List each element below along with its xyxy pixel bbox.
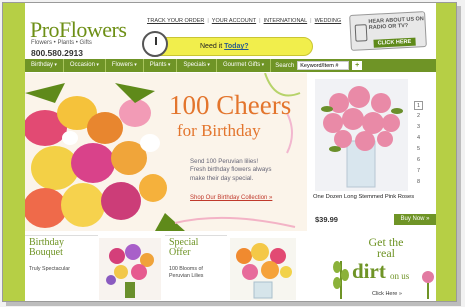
- hero-copy-line: Fresh birthday flowers always: [190, 166, 272, 174]
- nav-occasion[interactable]: Occasion: [64, 59, 106, 72]
- top-links: TRACK YOUR ORDER | YOUR ACCOUNT | INTERNAT…: [147, 18, 342, 24]
- hero-headline: 100 Cheers: [169, 90, 292, 120]
- plant-icon: [333, 261, 349, 299]
- card-title-line: Offer: [169, 247, 191, 258]
- dirt-on-us: on us: [390, 271, 410, 281]
- radio-tv-text: HEAR ABOUT US ON RADIO OR TV?: [368, 16, 425, 32]
- site-content: ProFlowers Flowers • Plants • Gifts 800.…: [25, 3, 436, 301]
- dirt-click-here[interactable]: Click Here »: [372, 291, 402, 297]
- link-your-account[interactable]: YOUR ACCOUNT: [212, 18, 256, 24]
- search-input[interactable]: [297, 61, 350, 70]
- featured-product: 1 2 3 4 5 6 7 8 One Dozen Long Stemmed P…: [309, 73, 436, 231]
- card-title: Birthday Bouquet: [29, 238, 64, 258]
- pager-5[interactable]: 5: [414, 145, 423, 154]
- carousel-pager: 1 2 3 4 5 6 7 8: [414, 101, 423, 187]
- pager-7[interactable]: 7: [414, 167, 423, 176]
- pager-4[interactable]: 4: [414, 134, 423, 143]
- dirt-headline: Get the real: [356, 236, 416, 260]
- birthday-bouquet-card[interactable]: Birthday Bouquet Truly Spectacular: [25, 235, 98, 301]
- lilies-image[interactable]: [230, 238, 296, 300]
- search-go-button[interactable]: +: [352, 61, 363, 70]
- get-real-dirt-promo[interactable]: Get the real dirt on us Click Here »: [330, 235, 436, 301]
- main-nav: Birthday Occasion Flowers Plants Special…: [25, 59, 436, 72]
- dirt-big-word: dirt: [352, 259, 386, 283]
- link-track-order[interactable]: TRACK YOUR ORDER: [147, 18, 204, 24]
- card-title-line: Bouquet: [29, 247, 63, 258]
- nav-plants[interactable]: Plants: [144, 59, 178, 72]
- need-it-today-banner[interactable]: Need it Today?: [142, 31, 313, 57]
- click-here-button[interactable]: CLICK HERE: [373, 37, 416, 48]
- radio-icon: [354, 24, 368, 42]
- flower-icon: [422, 271, 434, 299]
- buy-now-button[interactable]: Buy Now »: [394, 214, 436, 225]
- card-subtitle-line: Peruvian Lilies: [169, 273, 204, 280]
- card-subtitle: Truly Spectacular: [29, 266, 71, 272]
- card-subtitle: 100 Blooms of Peruvian Lilies: [169, 266, 203, 280]
- hero-subheadline: for Birthday: [177, 121, 261, 140]
- hero-copy: Send 100 Peruvian lilies! Fresh birthday…: [190, 158, 272, 183]
- product-price: $39.99: [315, 215, 338, 224]
- nav-flowers[interactable]: Flowers: [106, 59, 144, 72]
- special-offer-card[interactable]: Special Offer 100 Blooms of Peruvian Lil…: [165, 235, 227, 301]
- nav-gourmet-gifts[interactable]: Gourmet Gifts: [217, 59, 272, 72]
- clock-icon: [142, 31, 168, 57]
- radio-tv-promo[interactable]: HEAR ABOUT US ON RADIO OR TV? CLICK HERE: [349, 11, 427, 51]
- search-label: Search: [275, 62, 295, 69]
- today-link[interactable]: Today?: [224, 43, 248, 50]
- pink-roses-image[interactable]: [315, 79, 408, 191]
- need-it-prefix: Need it: [200, 43, 223, 50]
- bouquet-image[interactable]: [99, 238, 161, 300]
- link-international[interactable]: INTERNATIONAL: [264, 18, 308, 24]
- pager-8[interactable]: 8: [414, 178, 423, 187]
- card-subtitle-line: 100 Blooms of: [169, 266, 203, 272]
- nav-specials[interactable]: Specials: [177, 59, 217, 72]
- pager-6[interactable]: 6: [414, 156, 423, 165]
- link-wedding[interactable]: WEDDING: [315, 18, 342, 24]
- pager-1[interactable]: 1: [414, 101, 423, 110]
- browser-page: ProFlowers Flowers • Plants • Gifts 800.…: [2, 2, 457, 302]
- birthday-hero-banner[interactable]: 100 Cheers for Birthday Send 100 Peruvia…: [25, 73, 307, 231]
- right-green-border: [436, 3, 456, 301]
- nav-birthday[interactable]: Birthday: [25, 59, 64, 72]
- screenshot-frame: ProFlowers Flowers • Plants • Gifts 800.…: [0, 0, 465, 307]
- product-name[interactable]: One Dozen Long Stemmed Pink Roses: [313, 194, 414, 200]
- tagline: Flowers • Plants • Gifts: [31, 40, 92, 46]
- pager-3[interactable]: 3: [414, 123, 423, 132]
- left-green-border: [3, 3, 25, 301]
- need-it-text: Need it Today?: [200, 43, 249, 50]
- shop-birthday-link[interactable]: Shop Our Birthday Collection »: [190, 195, 272, 201]
- hero-copy-line: Send 100 Peruvian lilies!: [190, 158, 259, 165]
- pager-2[interactable]: 2: [414, 112, 423, 121]
- phone-number: 800.580.2913: [31, 48, 83, 58]
- card-title: Special Offer: [169, 238, 198, 258]
- hero-copy-line: make their day special.: [190, 174, 254, 182]
